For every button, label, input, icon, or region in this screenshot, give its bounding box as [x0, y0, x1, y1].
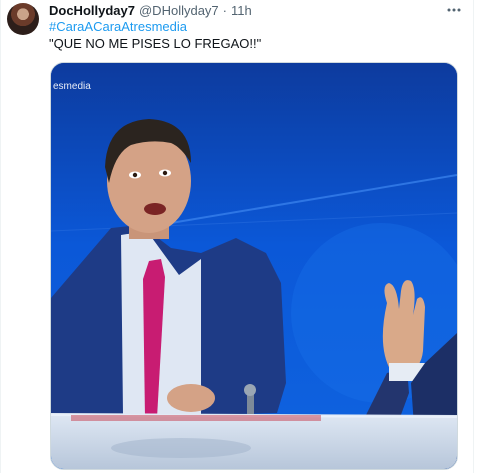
hashtag-link[interactable]: #CaraACaraAtresmedia — [49, 19, 187, 34]
avatar[interactable] — [7, 3, 39, 35]
display-name[interactable]: DocHollyday7 — [49, 3, 135, 18]
page-edge-right — [473, 0, 474, 473]
tweet-media-image[interactable]: esmedia — [50, 62, 458, 470]
more-icon — [447, 8, 461, 12]
more-button[interactable] — [444, 2, 464, 18]
separator-dot: · — [222, 2, 227, 18]
tweet-text: "QUE NO ME PISES LO FREGAO!!" — [49, 36, 262, 51]
media-illustration — [51, 63, 457, 469]
channel-watermark: esmedia — [53, 81, 91, 92]
page-edge-left — [0, 0, 1, 473]
user-handle[interactable]: @DHollyday7 — [139, 3, 219, 18]
tweet-header: DocHollyday7 @DHollyday7 · 11h — [49, 2, 440, 18]
timestamp[interactable]: 11h — [231, 3, 252, 18]
